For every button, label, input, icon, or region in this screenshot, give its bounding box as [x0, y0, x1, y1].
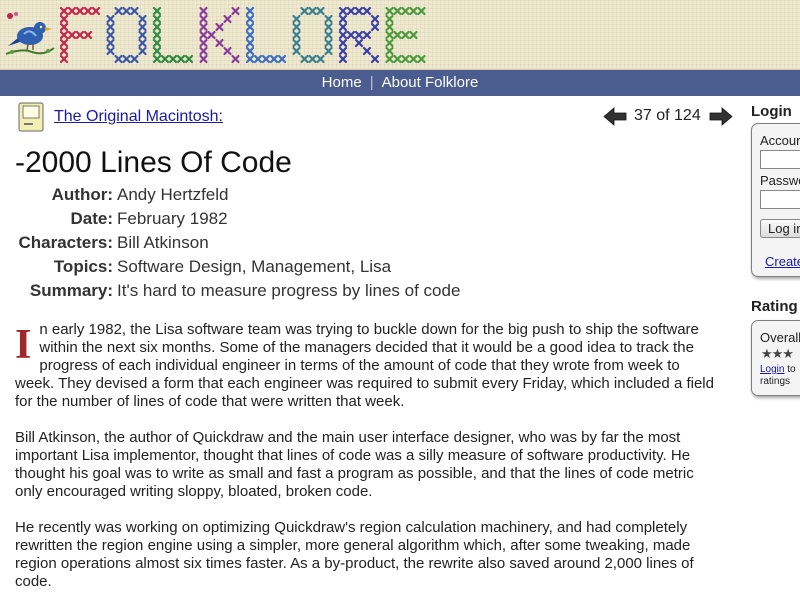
nav-home-link[interactable]: Home	[322, 74, 362, 91]
rating-heading: Rating	[751, 298, 798, 315]
password-label: Passwo	[760, 173, 800, 188]
logo-letter	[60, 6, 101, 64]
story-body: In early 1982, the Lisa software team wa…	[15, 321, 720, 600]
rating-login-suffix: to	[784, 364, 796, 375]
meta-key: Date:	[70, 209, 113, 228]
top-nav: Home | About Folklore	[0, 70, 800, 96]
ratings-text: ratings	[760, 376, 791, 387]
meta-summary-row: Summary: It's hard to measure progress by…	[15, 281, 461, 305]
rating-login-link[interactable]: Login	[760, 364, 784, 375]
logo-letter	[385, 6, 426, 64]
account-input[interactable]	[760, 150, 800, 169]
meta-summary: It's hard to measure progress by lines o…	[117, 281, 461, 300]
story-paragraph: In early 1982, the Lisa software team wa…	[15, 321, 720, 411]
folklore-logo	[60, 6, 426, 64]
rating-stars: ★★★	[761, 346, 794, 361]
story-metadata: Author: Andy Hertzfeld Date: February 1982…	[15, 185, 461, 305]
meta-key: Topics:	[53, 257, 113, 276]
login-button[interactable]: Log in	[760, 219, 800, 238]
story-title: -2000 Lines Of Code	[15, 146, 292, 179]
meta-topics-row: Topics: Software Design, Management, Lisa	[15, 257, 460, 281]
logo-letter	[106, 6, 147, 64]
meta-author-row: Author: Andy Hertzfeld	[15, 185, 460, 209]
bluebird-icon	[5, 12, 55, 55]
meta-key: Author:	[51, 185, 113, 204]
nav-about-link[interactable]: About Folklore	[382, 74, 479, 91]
paragraph-text: n early 1982, the Lisa software team was…	[15, 321, 714, 410]
nav-separator: |	[369, 74, 374, 91]
login-panel: Accoun Passwo Log in Create	[751, 123, 800, 277]
logo-letter	[199, 6, 240, 64]
site-banner	[0, 0, 800, 70]
meta-date-row: Date: February 1982	[15, 209, 460, 233]
meta-key: Summary:	[29, 281, 113, 300]
previous-arrow-icon[interactable]	[603, 107, 627, 126]
overall-label: Overall	[760, 330, 800, 345]
story-paragraph: He recently was working on optimizing Qu…	[15, 519, 694, 590]
next-arrow-icon[interactable]	[709, 107, 733, 126]
login-heading: Login	[751, 103, 792, 120]
meta-key: Characters:	[18, 233, 114, 252]
meta-date: February 1982	[117, 209, 228, 228]
macintosh-icon[interactable]	[18, 102, 44, 132]
meta-topics: Software Design, Management, Lisa	[117, 257, 392, 276]
drop-cap: I	[15, 322, 32, 368]
password-input[interactable]	[760, 190, 800, 209]
create-account-link[interactable]: Create	[765, 254, 800, 269]
story-paragraph: Bill Atkinson, the author of Quickdraw a…	[15, 429, 694, 500]
rating-login-note: Login to	[760, 364, 796, 375]
meta-characters: Bill Atkinson	[117, 233, 209, 252]
logo-letter	[338, 6, 380, 64]
logo-letter	[292, 6, 333, 64]
logo-letter	[245, 6, 287, 64]
logo-letter	[152, 6, 194, 64]
rating-panel: Overall ★★★ Login to ratings	[751, 320, 800, 396]
story-position: 37 of 124	[634, 107, 701, 124]
meta-characters-row: Characters: Bill Atkinson	[15, 233, 460, 257]
project-link[interactable]: The Original Macintosh:	[54, 108, 223, 126]
account-label: Accoun	[760, 133, 800, 148]
meta-author: Andy Hertzfeld	[117, 185, 229, 204]
